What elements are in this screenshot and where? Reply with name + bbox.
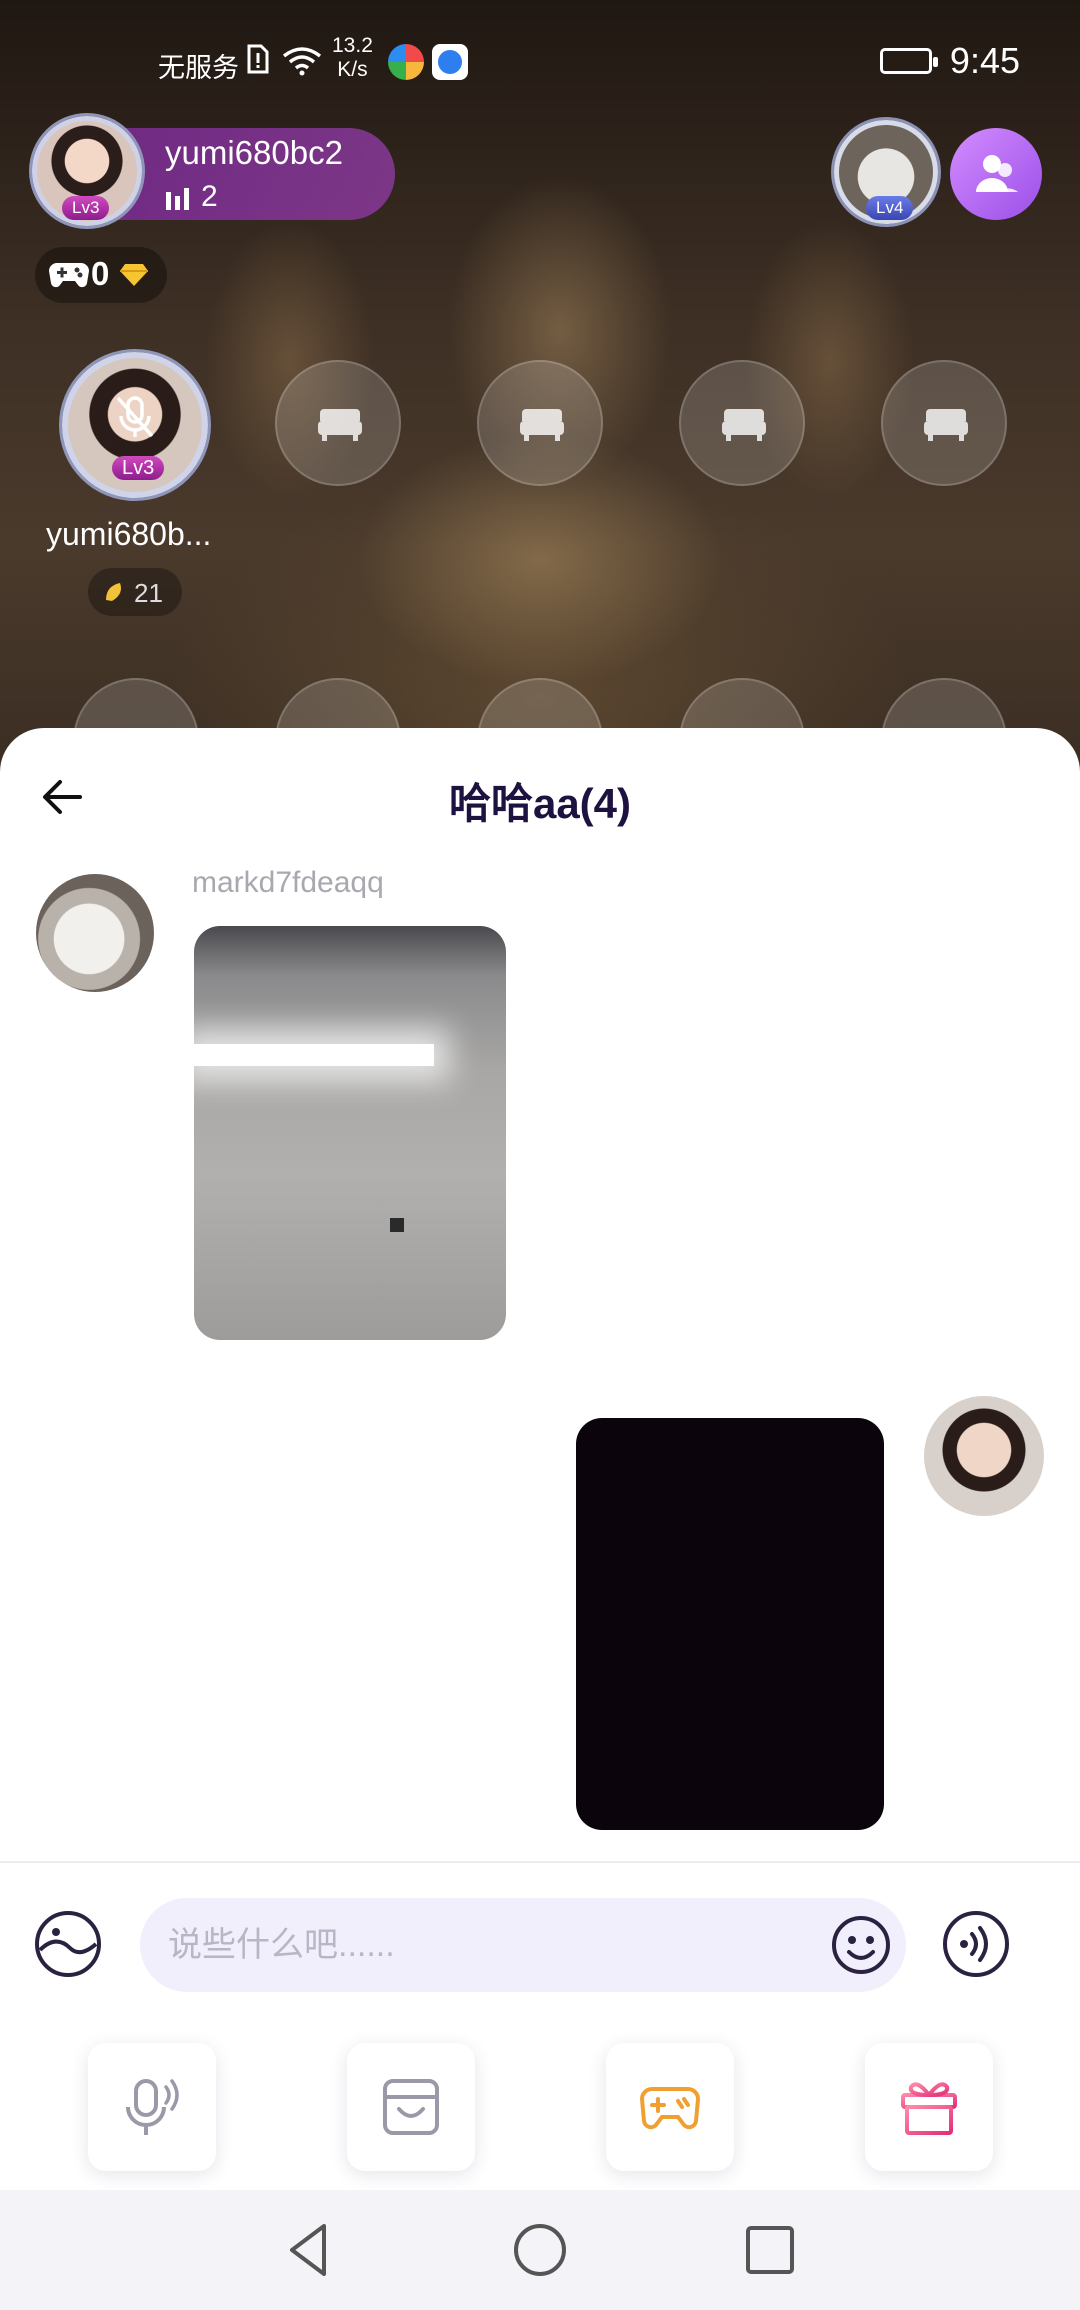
composer-divider (0, 1861, 1080, 1863)
image-message-own[interactable] (576, 1418, 884, 1830)
online-count-value: 2 (201, 180, 218, 213)
gift-tool-button[interactable] (865, 2043, 993, 2171)
sofa-icon (318, 409, 362, 441)
photo-detail (390, 1218, 404, 1232)
diamond-icon (120, 264, 148, 286)
chat-title: 哈哈aa(4) (448, 780, 632, 827)
wifi-icon (282, 47, 322, 76)
image-tool-button[interactable] (347, 2043, 475, 2171)
system-nav-bar (0, 2190, 1080, 2310)
top-user-level-badge: Lv4 (866, 196, 914, 220)
game-counter-pill[interactable]: 0 (35, 247, 167, 303)
sim-alert-icon (247, 44, 269, 74)
empty-seat-2[interactable] (477, 360, 603, 486)
gamepad-icon (49, 263, 89, 288)
emoji-icon[interactable] (830, 1914, 892, 1976)
chat-sheet: 哈哈aa(4) markd7fdeaqq (0, 728, 1080, 2190)
photo-light (194, 1044, 434, 1066)
sender-avatar[interactable] (36, 874, 154, 992)
empty-seat-3[interactable] (679, 360, 805, 486)
browser-app-icon (388, 44, 424, 80)
carrier-label: 无服务 (158, 53, 239, 83)
app-notification-icon (432, 44, 468, 80)
gift-icon (901, 2082, 957, 2135)
sender-name: markd7fdeaqq (192, 866, 384, 899)
mic-muted-icon (116, 396, 154, 438)
voice-icon[interactable] (940, 1908, 1012, 1980)
mic-tool-button[interactable] (88, 2043, 216, 2171)
image-icon (383, 2079, 439, 2135)
status-bar: 无服务 13.2 K/s 9:45 (0, 0, 1080, 120)
mic-host-name: yumi680b... (46, 516, 212, 552)
game-tool-button[interactable] (606, 2043, 734, 2171)
host-name: yumi680bc2 (165, 134, 343, 171)
image-message[interactable] (194, 926, 506, 1340)
sticker-icon[interactable] (32, 1908, 104, 1980)
game-icon (639, 2087, 701, 2130)
empty-seat-4[interactable] (881, 360, 1007, 486)
sofa-icon (924, 409, 968, 441)
nav-recents-icon[interactable] (740, 2220, 800, 2280)
battery-icon (880, 48, 938, 74)
sofa-icon (722, 409, 766, 441)
nav-home-icon[interactable] (510, 2220, 570, 2280)
mic-icon (126, 2079, 179, 2135)
signal-bars-icon (166, 188, 189, 211)
network-speed: 13.2 K/s (332, 34, 373, 82)
online-count: 2 (165, 180, 218, 214)
mic-host-coins: 21 (88, 568, 182, 616)
coin-icon (106, 583, 121, 601)
mic-host-level-badge: Lv3 (112, 456, 165, 480)
coin-count: 21 (134, 578, 163, 608)
sofa-icon (520, 409, 564, 441)
message-input[interactable] (168, 1898, 808, 1992)
message-input-box[interactable] (140, 1898, 906, 1992)
my-avatar[interactable] (924, 1396, 1044, 1516)
nav-back-icon[interactable] (280, 2220, 340, 2280)
empty-seat-1[interactable] (275, 360, 401, 486)
speed-unit: K/s (337, 58, 368, 81)
speed-value: 13.2 (332, 34, 373, 57)
host-level-badge: Lv3 (62, 196, 110, 220)
clock: 9:45 (949, 40, 1020, 81)
members-button[interactable] (950, 128, 1042, 220)
people-icon (976, 155, 1018, 192)
game-count: 0 (91, 255, 110, 292)
